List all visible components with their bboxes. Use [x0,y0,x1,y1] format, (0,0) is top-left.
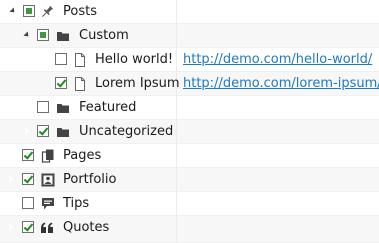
checkbox-quotes[interactable] [22,221,34,233]
pages-icon [41,149,54,163]
tree-item-label: Hello world! [95,52,174,67]
tree-view: Posts Custom Hello world! http://demo.co… [0,0,379,243]
tree-row-portfolio[interactable]: Portfolio [0,168,379,192]
tree-item-label: Custom [79,28,129,43]
tree-row-pages[interactable]: Pages [0,144,379,168]
collapsed-arrow-icon[interactable] [24,101,30,112]
tree-row-custom[interactable]: Custom [0,24,379,48]
column-divider [176,168,177,192]
speech-bubble-icon [42,198,54,210]
checkbox-portfolio[interactable] [22,173,34,185]
tree-item-label: Portfolio [63,172,117,187]
collapsed-arrow-icon[interactable] [8,173,14,184]
tree-item-label: Quotes [63,220,110,235]
tree-row-hello-world[interactable]: Hello world! http://demo.com/hello-world… [0,48,379,72]
folder-icon [57,32,69,41]
tree-row-featured[interactable]: Featured [0,96,379,120]
tree-row-quotes[interactable]: Quotes [0,216,379,243]
quote-icon [41,222,53,233]
column-divider [176,120,177,144]
document-icon [75,77,85,91]
pin-icon [42,5,54,17]
checkbox-hello-world[interactable] [55,53,67,65]
permalink-link[interactable]: http://demo.com/hello-world/ [183,52,372,68]
column-divider [176,24,177,48]
collapsed-arrow-icon[interactable] [8,149,14,160]
folder-icon [57,128,69,137]
checkbox-custom[interactable] [37,29,49,41]
checkbox-lorem-ipsum[interactable] [55,77,67,89]
tree-item-label: Pages [63,148,102,163]
checkbox-uncategorized[interactable] [37,125,49,137]
tree-item-label: Tips [63,196,90,211]
tree-row-posts[interactable]: Posts [0,0,379,24]
expanded-arrow-icon[interactable] [23,31,31,39]
tree-item-label: Lorem Ipsum [95,76,180,91]
collapsed-arrow-icon[interactable] [24,125,30,136]
column-divider [176,144,177,168]
portfolio-icon [41,173,55,187]
tree-item-label: Featured [79,100,137,115]
collapsed-arrow-icon[interactable] [8,197,14,208]
column-divider [176,96,177,120]
column-divider [176,216,177,243]
tree-item-label: Uncategorized [79,124,174,139]
permalink-link[interactable]: http://demo.com/lorem-ipsum/ [183,76,379,92]
tree-item-label: Posts [63,4,97,19]
tree-row-uncategorized[interactable]: Uncategorized [0,120,379,144]
collapsed-arrow-icon[interactable] [8,221,14,232]
checkbox-tips[interactable] [22,197,34,209]
checkbox-pages[interactable] [22,149,34,161]
checkbox-featured[interactable] [37,101,49,113]
column-divider [176,0,177,24]
expanded-arrow-icon[interactable] [9,7,17,15]
document-icon [75,53,85,67]
tree-row-lorem-ipsum[interactable]: Lorem Ipsum http://demo.com/lorem-ipsum/ [0,72,379,96]
tree-row-tips[interactable]: Tips [0,192,379,216]
checkbox-posts[interactable] [23,5,35,17]
column-divider [176,48,177,72]
folder-icon [57,104,69,113]
column-divider [176,192,177,216]
